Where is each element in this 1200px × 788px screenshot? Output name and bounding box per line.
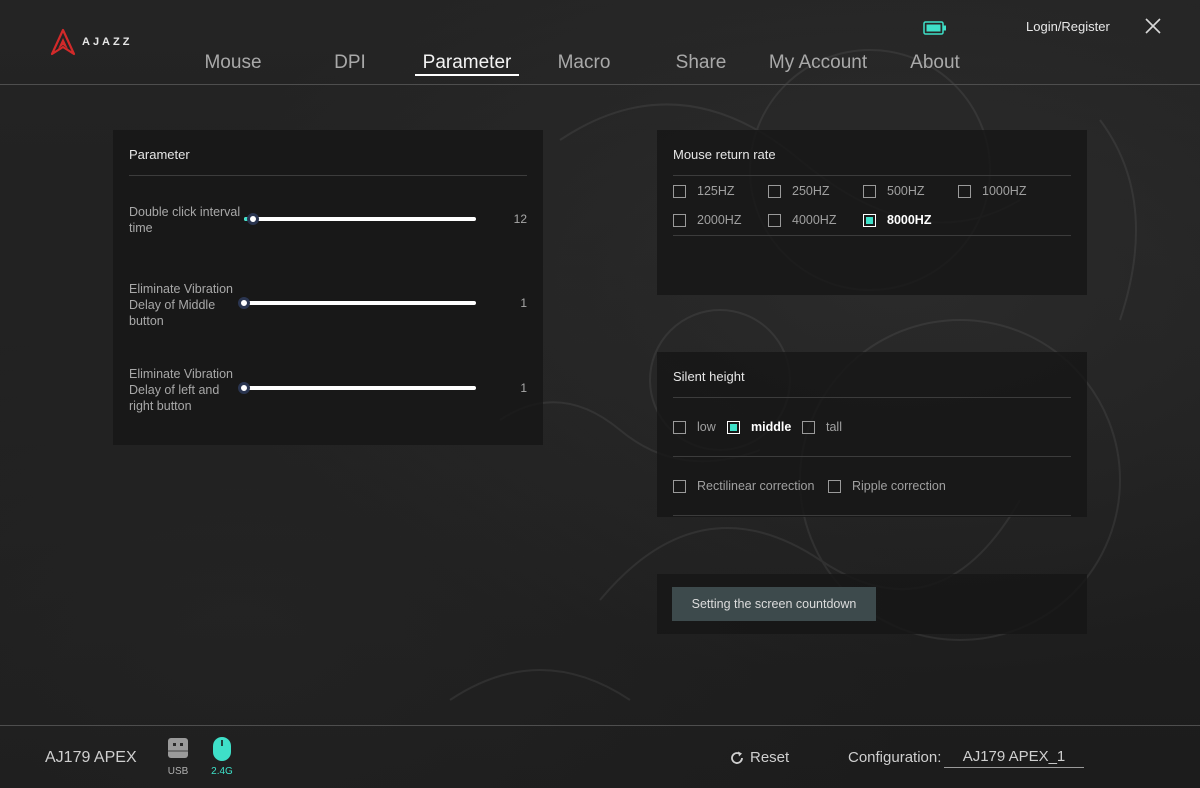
rate-option-125hz[interactable]: 125HZ — [673, 184, 735, 198]
wireless-label: 2.4G — [211, 766, 233, 777]
slider-label: Eliminate Vibration Delay of left and ri… — [129, 367, 233, 413]
configuration-select[interactable]: AJ179 APEX_1 — [944, 748, 1084, 768]
countdown-panel: Setting the screen countdown — [657, 574, 1087, 634]
battery-icon — [923, 21, 947, 40]
usb-icon — [168, 738, 188, 758]
close-icon[interactable] — [1144, 17, 1162, 40]
rate-option-1000hz[interactable]: 1000HZ — [958, 184, 1026, 198]
tab-share[interactable]: Share — [646, 52, 756, 74]
return-rate-panel-title: Mouse return rate — [673, 147, 776, 162]
slider-value: 12 — [513, 212, 527, 226]
height-option-tall[interactable]: tall — [802, 420, 842, 434]
checkbox-icon — [727, 420, 740, 434]
panel-divider — [673, 397, 1071, 398]
logo-text: AJAZZ — [82, 36, 133, 48]
panel-divider — [673, 235, 1071, 236]
return-rate-panel: Mouse return rate 125HZ 250HZ 500HZ 1000… — [657, 130, 1087, 295]
screen-countdown-button[interactable]: Setting the screen countdown — [672, 587, 876, 621]
panel-divider — [129, 175, 527, 176]
slider-value: 1 — [520, 296, 527, 310]
silent-height-panel: Silent height low middle tall Rectilinea… — [657, 352, 1087, 517]
checkbox-icon — [673, 479, 686, 493]
checkbox-icon — [768, 184, 781, 198]
tab-mouse[interactable]: Mouse — [178, 52, 288, 74]
checkbox-icon — [673, 213, 686, 227]
rate-option-500hz[interactable]: 500HZ — [863, 184, 925, 198]
reset-button[interactable]: Reset — [730, 749, 789, 766]
rate-option-label: 8000HZ — [887, 213, 932, 227]
slider-thumb[interactable] — [247, 213, 260, 225]
checkbox-icon — [802, 420, 815, 434]
rate-option-label: 125HZ — [697, 184, 735, 198]
tab-my-account[interactable]: My Account — [763, 52, 873, 74]
rectilinear-correction-checkbox[interactable]: Rectilinear correction — [673, 479, 814, 493]
rate-option-label: 500HZ — [887, 184, 925, 198]
left-right-button-delay-slider[interactable] — [238, 382, 476, 394]
slider-thumb[interactable] — [238, 382, 250, 394]
slider-label: Eliminate Vibration Delay of Middle butt… — [129, 282, 233, 328]
rate-option-label: 1000HZ — [982, 184, 1027, 198]
correction-label: Rectilinear correction — [697, 479, 815, 493]
checkbox-icon — [958, 184, 971, 198]
panel-divider — [673, 456, 1071, 457]
ripple-correction-checkbox[interactable]: Ripple correction — [828, 479, 946, 493]
rate-option-250hz[interactable]: 250HZ — [768, 184, 830, 198]
reset-icon — [731, 751, 743, 764]
checkbox-icon — [673, 184, 686, 198]
height-option-label: low — [697, 420, 716, 434]
rate-option-4000hz[interactable]: 4000HZ — [768, 213, 836, 227]
footer-divider — [0, 725, 1200, 726]
slider-label: Double click interval time — [129, 205, 241, 235]
header-divider — [0, 84, 1200, 85]
height-option-middle[interactable]: middle — [727, 420, 791, 434]
reset-label: Reset — [750, 749, 790, 766]
height-option-label: middle — [751, 420, 792, 434]
tab-parameter[interactable]: Parameter — [412, 52, 522, 74]
wireless-mouse-icon — [213, 737, 231, 761]
usb-label: USB — [167, 766, 189, 777]
middle-button-delay-slider[interactable] — [238, 297, 476, 309]
device-name: AJ179 APEX — [45, 749, 137, 766]
checkbox-icon — [673, 420, 686, 434]
rate-option-8000hz[interactable]: 8000HZ — [863, 213, 931, 227]
checkbox-icon — [828, 479, 841, 493]
parameter-panel: Parameter Double click interval time 12 … — [113, 130, 543, 445]
checkbox-icon — [863, 213, 876, 227]
rate-option-2000hz[interactable]: 2000HZ — [673, 213, 741, 227]
rate-option-label: 2000HZ — [697, 213, 742, 227]
double-click-slider[interactable] — [244, 213, 476, 225]
tab-dpi[interactable]: DPI — [295, 52, 405, 74]
rate-option-label: 250HZ — [792, 184, 830, 198]
wireless-connection[interactable]: 2.4G — [207, 736, 237, 777]
rate-option-label: 4000HZ — [792, 213, 837, 227]
slider-value: 1 — [520, 381, 527, 395]
silent-height-panel-title: Silent height — [673, 369, 745, 384]
tab-macro[interactable]: Macro — [529, 52, 639, 74]
tab-about[interactable]: About — [880, 52, 990, 74]
height-option-label: tall — [826, 420, 842, 434]
usb-connection[interactable]: USB — [163, 736, 193, 777]
correction-label: Ripple correction — [852, 479, 946, 493]
height-option-low[interactable]: low — [673, 420, 716, 434]
slider-thumb[interactable] — [238, 297, 250, 309]
active-tab-indicator — [415, 74, 519, 76]
login-register-link[interactable]: Login/Register — [1026, 19, 1110, 34]
checkbox-icon — [863, 184, 876, 198]
configuration-label: Configuration: — [848, 749, 942, 766]
panel-divider — [673, 515, 1071, 516]
parameter-panel-title: Parameter — [129, 147, 190, 162]
panel-divider — [673, 175, 1071, 176]
checkbox-icon — [768, 213, 781, 227]
main-nav: Mouse DPI Parameter Macro Share My Accou… — [0, 52, 1200, 80]
